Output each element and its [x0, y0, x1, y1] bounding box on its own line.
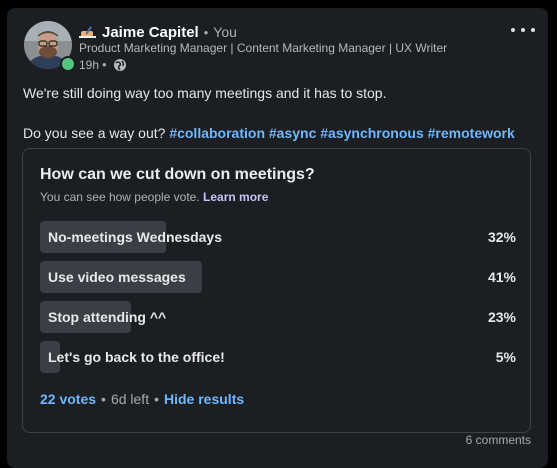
- poll-question: How can we cut down on meetings?: [40, 166, 315, 183]
- post-meta: 19h •: [79, 57, 127, 72]
- hashtag-link[interactable]: #async: [269, 125, 316, 141]
- avatar[interactable]: [24, 21, 76, 72]
- more-dot: [511, 28, 515, 32]
- hashtag-link[interactable]: #collaboration: [169, 125, 265, 141]
- author-name[interactable]: Jaime Capitel: [102, 24, 199, 41]
- more-options-button[interactable]: [511, 22, 535, 38]
- votes-count-link[interactable]: 22 votes: [40, 391, 96, 407]
- hashtag-link[interactable]: #asynchronous: [320, 125, 423, 141]
- poll: How can we cut down on meetings? You can…: [22, 148, 531, 433]
- more-dot: [521, 28, 525, 32]
- poll-option-label: Stop attending ^^: [48, 309, 167, 325]
- connection-degree: You: [213, 24, 237, 40]
- more-dot: [531, 28, 535, 32]
- online-status-dot: [60, 56, 76, 72]
- poll-footer: 22 votes • 6d left • Hide results: [40, 391, 244, 407]
- comments-count-link[interactable]: 6 comments: [466, 433, 531, 447]
- learn-more-link[interactable]: Learn more: [203, 190, 268, 204]
- post-text-line: Do you see a way out? #collaboration #as…: [23, 123, 543, 143]
- writing-hand-icon: [79, 26, 96, 38]
- poll-option[interactable]: No-meetings Wednesdays 32%: [40, 221, 516, 253]
- poll-option[interactable]: Let's go back to the office! 5%: [40, 341, 516, 373]
- hashtag-link[interactable]: #remotework: [428, 125, 515, 141]
- separator-dot: •: [154, 391, 159, 407]
- separator-dot: •: [101, 391, 106, 407]
- hide-results-link[interactable]: Hide results: [164, 391, 244, 407]
- poll-option-percent: 41%: [487, 269, 516, 285]
- post-text-question: Do you see a way out?: [23, 125, 166, 141]
- post-time: 19h: [79, 57, 100, 72]
- poll-option[interactable]: Use video messages 41%: [40, 261, 516, 293]
- poll-option-percent: 32%: [487, 229, 516, 245]
- poll-time-left: 6d left: [110, 391, 150, 407]
- poll-note: You can see how people vote. Learn more: [40, 190, 268, 204]
- poll-option[interactable]: Stop attending ^^ 23%: [40, 301, 516, 333]
- post-body: We're still doing way too many meetings …: [23, 83, 543, 143]
- separator-dot: •: [203, 24, 209, 40]
- post-card: Jaime Capitel • You Product Marketing Ma…: [7, 8, 548, 468]
- poll-option-percent: 5%: [495, 349, 516, 365]
- author-headline: Product Marketing Manager | Content Mark…: [79, 41, 448, 55]
- poll-option-percent: 23%: [487, 309, 516, 325]
- poll-option-label: Let's go back to the office!: [48, 349, 225, 365]
- poll-option-label: Use video messages: [48, 269, 186, 285]
- separator-dot: •: [102, 57, 107, 72]
- author-line: Jaime Capitel • You: [79, 22, 237, 42]
- poll-option-label: No-meetings Wednesdays: [48, 229, 223, 245]
- globe-icon: [113, 58, 126, 71]
- post-text-line: We're still doing way too many meetings …: [23, 85, 387, 101]
- poll-visibility-note: You can see how people vote.: [40, 190, 200, 204]
